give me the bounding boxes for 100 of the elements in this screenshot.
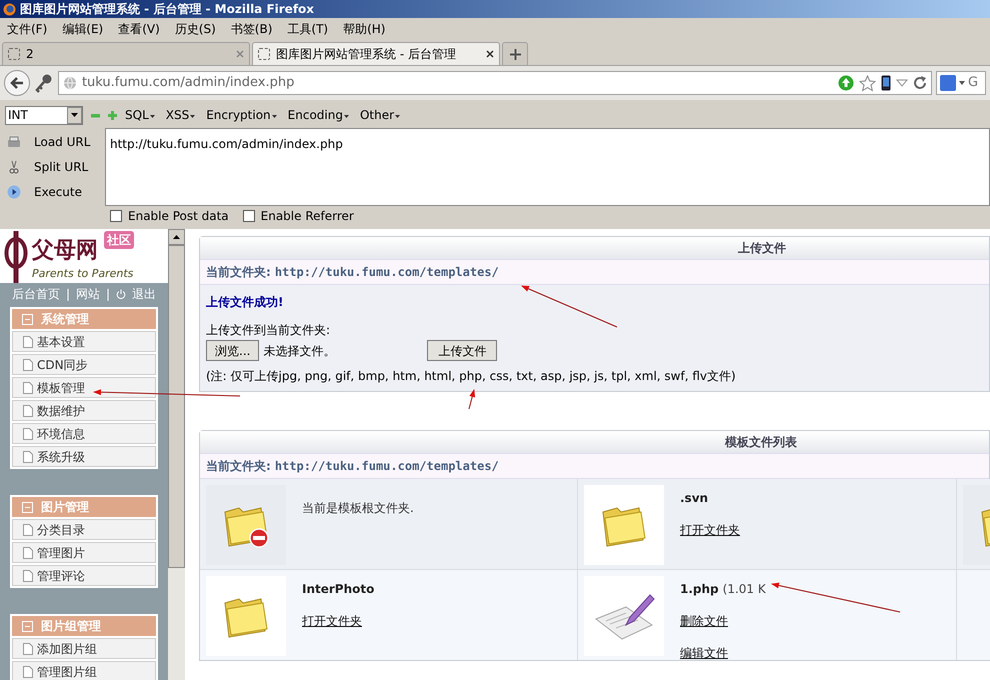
- annotation-arrow: [468, 389, 476, 410]
- back-button[interactable]: [4, 70, 30, 96]
- link-separator: |: [66, 286, 70, 303]
- panel-header: 模板文件列表: [200, 431, 989, 453]
- tab-label: 图库图片网站管理系统 - 后台管理: [276, 46, 457, 63]
- up-arrow-icon: [173, 235, 180, 239]
- page-icon: [8, 48, 20, 60]
- file-action-link[interactable]: 删除文件: [680, 612, 766, 630]
- back-arrow-icon: [10, 77, 24, 89]
- scissors-icon: [9, 160, 19, 174]
- plus-icon: [510, 48, 520, 60]
- star-icon[interactable]: [859, 74, 876, 92]
- hackbar-action[interactable]: Split URL: [34, 158, 88, 176]
- logo-badge: 社区: [104, 231, 134, 249]
- menu-item[interactable]: 文件(F): [7, 20, 48, 38]
- success-message: 上传文件成功!: [206, 294, 284, 311]
- menu-item[interactable]: 查看(V): [118, 20, 160, 38]
- firefox-icon: [3, 2, 16, 16]
- checkbox-label: Enable Post data: [128, 208, 229, 225]
- menu-item[interactable]: 编辑(E): [62, 20, 104, 38]
- folder-label: 当前文件夹:: [206, 264, 271, 281]
- browser-tab[interactable]: 图库图片网站管理系统 - 后台管理: [252, 42, 500, 65]
- page-icon: [23, 404, 33, 416]
- type-select[interactable]: INT: [5, 106, 83, 124]
- new-tab-button[interactable]: [502, 42, 528, 65]
- page-icon: [23, 336, 33, 348]
- hackbar-menu[interactable]: Other: [360, 106, 400, 124]
- root-folder-text: 当前是模板根文件夹.: [302, 500, 414, 517]
- window-title: 图库图片网站管理系统 - 后台管理 - Mozilla Firefox: [20, 1, 314, 18]
- caret-icon: [959, 81, 965, 85]
- checkbox[interactable]: [110, 210, 122, 222]
- upload-button[interactable]: 上传文件: [427, 340, 498, 361]
- file-name: .svn: [680, 490, 708, 507]
- file-action-link[interactable]: 打开文件夹: [680, 521, 740, 539]
- caret-icon: [344, 114, 349, 118]
- menu-item[interactable]: 工具(T): [287, 20, 328, 38]
- checkbox-label: Enable Referrer: [260, 208, 354, 225]
- menu-item[interactable]: 历史(S): [174, 20, 216, 38]
- caret-icon: [395, 114, 400, 118]
- file-action-link[interactable]: 打开文件夹: [302, 612, 374, 630]
- caret-icon: [272, 114, 277, 118]
- browse-button[interactable]: 浏览...: [206, 340, 260, 361]
- search-field[interactable]: G: [936, 71, 986, 95]
- collapse-icon: [22, 314, 33, 324]
- folder-url: http://tuku.fumu.com/templates/: [274, 458, 499, 475]
- power-icon: [116, 289, 126, 299]
- page-icon: [23, 428, 33, 440]
- file-action-link[interactable]: 编辑文件: [680, 644, 766, 662]
- search-input[interactable]: G: [968, 73, 982, 93]
- page-icon: [23, 666, 33, 678]
- close-icon[interactable]: [486, 50, 494, 58]
- logo-name: 父母网: [32, 237, 98, 265]
- link-separator: |: [106, 286, 110, 303]
- dropdown-arrow-icon[interactable]: [896, 79, 908, 87]
- file-name: 1.php: [680, 581, 719, 598]
- select-value: INT: [8, 107, 28, 124]
- tab-label: 2: [26, 46, 35, 63]
- page-icon: [23, 524, 33, 536]
- menu-item[interactable]: 帮助(H): [343, 20, 386, 38]
- play-icon: [7, 184, 21, 199]
- url-text: tuku.fumu.com/admin/index.php: [82, 74, 296, 92]
- allowed-types-note: (注: 仅可上传jpg, png, gif, bmp, htm, html, php, css, txt, asp, jsp, js, tpl, xml, swf, flv文件): [206, 368, 737, 385]
- hackbar-action[interactable]: Load URL: [34, 133, 90, 152]
- browser-tab[interactable]: 2: [2, 42, 250, 65]
- url-textarea[interactable]: http://tuku.fumu.com/admin/index.php: [105, 128, 990, 206]
- folder-label: 当前文件夹:: [206, 458, 271, 475]
- page-icon: [23, 450, 33, 462]
- hackbar-menu[interactable]: Encryption: [206, 106, 277, 124]
- menu-item[interactable]: 书签(B): [230, 20, 272, 38]
- globe-icon: [62, 76, 77, 90]
- address-field[interactable]: tuku.fumu.com/admin/index.php: [58, 71, 932, 95]
- upload-prompt: 上传文件到当前文件夹:: [206, 322, 332, 339]
- phone-icon[interactable]: [881, 75, 891, 91]
- reload-icon[interactable]: [913, 76, 927, 90]
- file-size: (1.01 K: [722, 581, 766, 598]
- page-icon: [23, 642, 33, 654]
- url-text: http://tuku.fumu.com/admin/index.php: [110, 137, 343, 151]
- logo-tagline: Parents to Parents: [32, 267, 134, 281]
- scroll-up-button[interactable]: [168, 229, 185, 245]
- logo-mark-icon: [4, 231, 28, 283]
- hackbar-menu[interactable]: Encoding: [288, 106, 349, 124]
- folder-url: http://tuku.fumu.com/templates/: [274, 264, 499, 281]
- printer-icon: [7, 136, 21, 148]
- hackbar-menu[interactable]: SQL: [125, 106, 155, 124]
- caret-icon: [190, 114, 196, 118]
- file-status: 未选择文件。: [263, 342, 336, 360]
- key-icon[interactable]: [34, 73, 54, 93]
- page-icon: [23, 570, 33, 582]
- page-icon: [23, 546, 33, 558]
- page-icon: [23, 382, 33, 394]
- hackbar-menu[interactable]: XSS: [166, 106, 196, 124]
- collapse-icon: [22, 502, 33, 512]
- checkbox[interactable]: [242, 210, 255, 222]
- scroll-thumb[interactable]: [168, 245, 185, 568]
- caret-icon: [150, 114, 155, 118]
- panel-header: 上传文件: [200, 237, 989, 259]
- file-name: InterPhoto: [302, 581, 374, 598]
- collapse-icon: [22, 620, 33, 632]
- page-icon: [258, 48, 270, 60]
- hackbar-action[interactable]: Execute: [34, 182, 82, 201]
